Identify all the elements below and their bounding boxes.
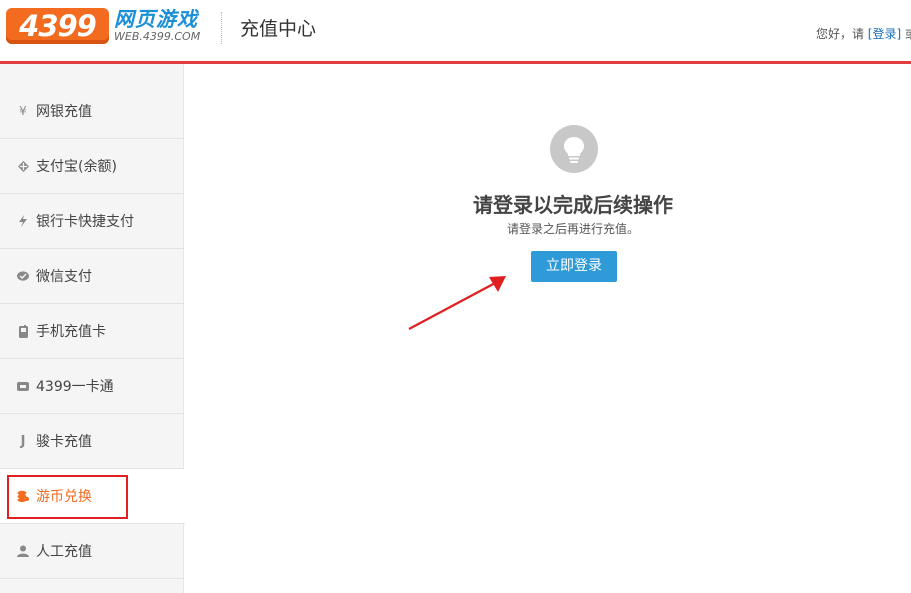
wechat-icon	[16, 269, 30, 283]
sidebar-item-label: 网银充值	[36, 104, 92, 120]
greeting-trailing: 或	[904, 27, 911, 41]
sidebar-item-label: 手机充值卡	[36, 324, 106, 340]
logo-text: 网页游戏	[114, 7, 198, 31]
annotation-arrow-icon	[408, 276, 506, 330]
alipay-icon	[16, 159, 30, 173]
lightning-icon	[16, 214, 30, 228]
person-icon	[16, 544, 30, 558]
header: 4399 网页游戏 WEB.4399.COM 充值中心 您好，请 [登录] 或	[0, 0, 911, 62]
greeting-text: 您好，请	[815, 27, 864, 41]
page-title: 充值中心	[240, 18, 317, 40]
sidebar-item-quickpay[interactable]: 银行卡快捷支付	[0, 194, 184, 249]
sidebar-item-wechat[interactable]: 微信支付	[0, 249, 184, 304]
sidebar-item-bank[interactable]: ¥ 网银充值	[0, 84, 184, 139]
sidebar-item-4399card[interactable]: 4399一卡通	[0, 359, 184, 414]
sidebar-item-phonecard[interactable]: 手机充值卡	[0, 304, 184, 359]
login-now-button[interactable]: 立即登录	[531, 251, 617, 282]
logo[interactable]: 4399 网页游戏 WEB.4399.COM	[6, 8, 202, 48]
sidebar-item-manual[interactable]: 人工充值	[0, 524, 184, 579]
login-prompt-subtitle: 请登录之后再进行充值。	[506, 222, 639, 236]
junka-icon: J	[20, 433, 26, 449]
sidebar-item-label: 银行卡快捷支付	[36, 214, 134, 230]
logo-number: 4399	[6, 8, 109, 44]
sidebar-item-label: 微信支付	[36, 269, 92, 285]
sidebar-item-junka[interactable]: J 骏卡充值	[0, 414, 184, 469]
user-greeting: 您好，请 [登录] 或	[816, 26, 911, 42]
header-separator	[221, 12, 222, 44]
sidebar-item-label: 4399一卡通	[36, 379, 114, 395]
yen-icon: ¥	[19, 104, 27, 118]
sidebar-item-label: 骏卡充值	[36, 434, 92, 450]
login-prompt-title: 请登录以完成后续操作	[473, 193, 673, 217]
header-login-link[interactable]: [登录]	[868, 27, 901, 41]
sidebar-item-label: 支付宝(余额)	[36, 159, 117, 175]
lightbulb-icon	[550, 125, 598, 173]
logo-url: WEB.4399.COM	[114, 30, 201, 43]
phone-card-icon	[16, 324, 30, 338]
annotation-highlight-box	[7, 475, 128, 519]
sidebar-item-label: 人工充值	[36, 544, 92, 560]
sidebar-item-alipay[interactable]: 支付宝(余额)	[0, 139, 184, 194]
card-icon	[16, 379, 30, 393]
